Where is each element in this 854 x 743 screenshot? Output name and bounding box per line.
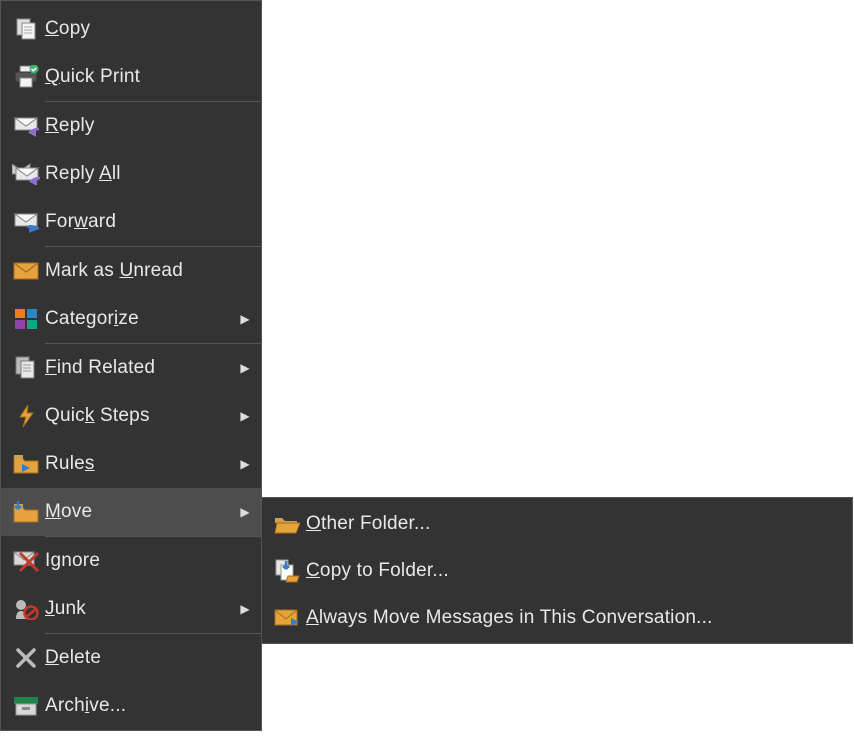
reply-icon: [7, 115, 45, 137]
menu-item-forward[interactable]: Forward: [1, 198, 261, 246]
move-folder-icon: [7, 501, 45, 523]
submenu-item-label: Other Folder...: [306, 513, 846, 535]
menu-item-quick-print[interactable]: Quick Print: [1, 53, 261, 101]
submenu-item-label: Always Move Messages in This Conversatio…: [306, 607, 846, 629]
menu-item-label: Reply All: [45, 163, 255, 185]
submenu-item-other-folder[interactable]: Other Folder...: [262, 500, 852, 547]
menu-item-delete[interactable]: Delete: [1, 634, 261, 682]
menu-item-label: Ignore: [45, 550, 255, 572]
menu-item-quick-steps[interactable]: Quick Steps ▶: [1, 392, 261, 440]
always-move-icon: [268, 607, 306, 629]
submenu-arrow-icon: ▶: [235, 312, 255, 326]
submenu-arrow-icon: ▶: [235, 602, 255, 616]
submenu-arrow-icon: ▶: [235, 457, 255, 471]
menu-item-label: Quick Print: [45, 66, 255, 88]
menu-item-ignore[interactable]: Ignore: [1, 537, 261, 585]
ignore-icon: [7, 550, 45, 572]
folder-open-icon: [268, 514, 306, 534]
menu-item-label: Forward: [45, 211, 255, 233]
submenu-arrow-icon: ▶: [235, 505, 255, 519]
menu-item-label: Mark as Unread: [45, 260, 255, 282]
junk-icon: [7, 598, 45, 620]
reply-all-icon: [7, 163, 45, 185]
rules-folder-icon: [7, 454, 45, 474]
menu-item-label: Find Related: [45, 357, 235, 379]
copy-to-folder-icon: [268, 559, 306, 583]
menu-item-label: Archive...: [45, 695, 255, 717]
menu-item-label: Categorize: [45, 308, 235, 330]
menu-item-reply-all[interactable]: Reply All: [1, 150, 261, 198]
menu-item-find-related[interactable]: Find Related ▶: [1, 344, 261, 392]
printer-icon: [7, 65, 45, 89]
submenu-item-label: Copy to Folder...: [306, 560, 846, 582]
menu-item-label: Move: [45, 501, 235, 523]
find-related-icon: [7, 356, 45, 380]
copy-icon: [7, 17, 45, 41]
archive-icon: [7, 696, 45, 716]
submenu-item-always-move[interactable]: Always Move Messages in This Conversatio…: [262, 594, 852, 641]
menu-item-label: Delete: [45, 647, 255, 669]
menu-item-mark-unread[interactable]: Mark as Unread: [1, 247, 261, 295]
submenu-item-copy-to-folder[interactable]: Copy to Folder...: [262, 547, 852, 594]
delete-icon: [7, 647, 45, 669]
submenu-arrow-icon: ▶: [235, 409, 255, 423]
forward-icon: [7, 211, 45, 233]
menu-item-label: Copy: [45, 18, 255, 40]
menu-item-label: Junk: [45, 598, 235, 620]
submenu-arrow-icon: ▶: [235, 361, 255, 375]
menu-item-junk[interactable]: Junk ▶: [1, 585, 261, 633]
menu-item-reply[interactable]: Reply: [1, 102, 261, 150]
menu-item-categorize[interactable]: Categorize ▶: [1, 295, 261, 343]
menu-item-label: Reply: [45, 115, 255, 137]
categorize-icon: [7, 308, 45, 330]
menu-item-label: Rules: [45, 453, 235, 475]
menu-item-label: Quick Steps: [45, 405, 235, 427]
menu-item-copy[interactable]: Copy: [1, 5, 261, 53]
menu-item-archive[interactable]: Archive...: [1, 682, 261, 730]
lightning-icon: [7, 404, 45, 428]
menu-item-rules[interactable]: Rules ▶: [1, 440, 261, 488]
move-submenu: Other Folder... Copy to Folder... Always…: [261, 497, 853, 644]
menu-item-move[interactable]: Move ▶: [1, 488, 261, 536]
mail-closed-icon: [7, 262, 45, 280]
context-menu: Copy Quick Print Reply: [0, 0, 262, 731]
